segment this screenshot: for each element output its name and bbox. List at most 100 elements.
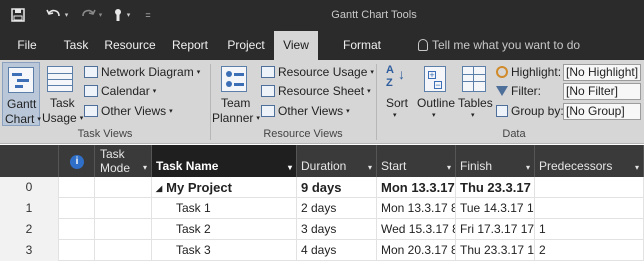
group-label-resource-views: Resource Views: [263, 128, 343, 140]
other-views-icon: [84, 105, 98, 117]
predecessors-cell[interactable]: 1: [535, 219, 644, 240]
start-cell[interactable]: Mon 13.3.17 8: [377, 198, 456, 219]
finish-cell[interactable]: Fri 17.3.17 17: [456, 219, 535, 240]
task-name-cell[interactable]: ◢ My Project: [152, 177, 297, 198]
task-mode-cell: [95, 240, 152, 261]
table-row[interactable]: 2 Task 2 3 days Wed 15.3.17 8 Fri 17.3.1…: [0, 219, 644, 240]
touch-mode-icon[interactable]: ▾: [108, 5, 134, 25]
groupby-select[interactable]: [No Group]: [563, 103, 641, 120]
lightbulb-icon: [418, 39, 428, 51]
finish-cell[interactable]: Thu 23.3.17 17: [456, 240, 535, 261]
start-cell[interactable]: Wed 15.3.17 8: [377, 219, 456, 240]
group-by-icon: [496, 105, 508, 117]
sort-button[interactable]: A Z ↓ Sort ▾: [380, 62, 414, 126]
tab-format[interactable]: Format: [334, 31, 390, 60]
task-usage-button[interactable]: Task Usage ▾: [42, 62, 84, 126]
sort-az-icon: A Z ↓: [386, 64, 405, 89]
task-name-cell[interactable]: Task 3: [152, 240, 297, 261]
calendar-button[interactable]: Calendar ▾: [84, 84, 156, 98]
start-cell[interactable]: Mon 13.3.17: [377, 177, 456, 198]
start-header[interactable]: Start ▾: [377, 145, 456, 177]
predecessors-header[interactable]: Predecessors ▾: [535, 145, 644, 177]
network-diagram-icon: [84, 66, 98, 78]
column-dropdown-icon: ▾: [287, 163, 292, 172]
gantt-chart-label-1: Gantt: [7, 97, 37, 111]
group-separator: [376, 64, 377, 140]
resource-sheet-button[interactable]: Resource Sheet ▾: [261, 84, 371, 98]
undo-icon[interactable]: ▾: [44, 5, 70, 25]
gantt-chart-button[interactable]: Gantt Chart ▾: [2, 62, 41, 126]
finish-cell[interactable]: Tue 14.3.17 17: [456, 198, 535, 219]
task-usage-label-1: Task: [50, 96, 75, 110]
filter-label: Filter:: [496, 84, 541, 98]
indicators-header[interactable]: i: [59, 145, 95, 177]
column-dropdown-icon: ▾: [142, 163, 147, 172]
predecessors-cell[interactable]: 2: [535, 240, 644, 261]
duration-cell[interactable]: 2 days: [297, 198, 377, 219]
tab-resource[interactable]: Resource: [102, 31, 158, 60]
outline-icon: + −: [424, 66, 446, 92]
column-dropdown-icon: ▾: [446, 163, 451, 172]
select-all-corner[interactable]: [0, 145, 59, 177]
sort-dropdown-icon: ▾: [393, 112, 397, 119]
resource-usage-icon: [261, 66, 275, 78]
duration-cell[interactable]: 3 days: [297, 219, 377, 240]
tell-me-box[interactable]: Tell me what you want to do: [418, 31, 580, 60]
filter-select[interactable]: [No Filter]: [563, 83, 641, 100]
duration-cell[interactable]: 9 days: [297, 177, 377, 198]
groupby-label: Group by:: [496, 104, 564, 118]
indicator-cell: [59, 240, 95, 261]
indicator-cell: [59, 198, 95, 219]
network-diagram-button[interactable]: Network Diagram ▾: [84, 65, 200, 79]
outline-dropdown-icon: ▾: [432, 112, 436, 119]
task-mode-header[interactable]: Task Mode ▾: [95, 145, 152, 177]
task-name-cell[interactable]: Task 2: [152, 219, 297, 240]
tab-file[interactable]: File: [8, 31, 46, 60]
resource-other-views-button[interactable]: Other Views ▾: [261, 104, 350, 118]
task-name-header[interactable]: Task Name ▾: [152, 145, 297, 177]
predecessors-cell[interactable]: [535, 177, 644, 198]
finish-header[interactable]: Finish ▾: [456, 145, 535, 177]
indicator-cell: [59, 219, 95, 240]
gantt-chart-label-2: Chart ▾: [5, 112, 41, 126]
calendar-icon: [84, 85, 98, 97]
save-icon[interactable]: [8, 5, 28, 25]
context-tab-group-title: Gantt Chart Tools: [331, 9, 417, 21]
table-row[interactable]: 3 Task 3 4 days Mon 20.3.17 8 Thu 23.3.1…: [0, 240, 644, 261]
duration-cell[interactable]: 4 days: [297, 240, 377, 261]
table-row[interactable]: 0 ◢ My Project 9 days Mon 13.3.17 Thu 23.…: [0, 177, 644, 198]
start-cell[interactable]: Mon 20.3.17 8: [377, 240, 456, 261]
group-label-task-views: Task Views: [77, 128, 133, 140]
highlight-icon: [496, 66, 508, 78]
team-planner-label-2: Planner ▾: [212, 111, 260, 125]
redo-icon[interactable]: ▾: [78, 5, 104, 25]
collapse-triangle-icon[interactable]: ◢: [156, 184, 162, 193]
tab-view[interactable]: View: [274, 31, 318, 60]
tables-dropdown-icon: ▾: [471, 112, 475, 119]
finish-cell[interactable]: Thu 23.3.17: [456, 177, 535, 198]
tell-me-text: Tell me what you want to do: [432, 38, 581, 52]
other-views-button[interactable]: Other Views ▾: [84, 104, 173, 118]
group-separator: [210, 64, 211, 140]
tab-task[interactable]: Task: [56, 31, 96, 60]
duration-header[interactable]: Duration ▾: [297, 145, 377, 177]
row-id: 0: [0, 177, 59, 198]
tab-project[interactable]: Project: [222, 31, 270, 60]
resource-usage-button[interactable]: Resource Usage ▾: [261, 65, 374, 79]
customize-qat-icon[interactable]: =: [142, 5, 154, 25]
team-planner-button[interactable]: Team Planner ▾: [212, 62, 260, 126]
table-row[interactable]: 1 Task 1 2 days Mon 13.3.17 8 Tue 14.3.1…: [0, 198, 644, 219]
task-usage-label-2: Usage ▾: [42, 111, 84, 125]
predecessors-cell[interactable]: [535, 198, 644, 219]
highlight-select[interactable]: [No Highlight]: [563, 64, 641, 81]
task-usage-icon: [47, 66, 73, 92]
title-bar: ▾ ▾ ▾ = Gantt Chart Tools: [0, 0, 644, 31]
outline-button[interactable]: + − Outline ▾: [416, 62, 456, 126]
other-views-icon: [261, 105, 275, 117]
ribbon-tab-row: File Task Resource Report Project View F…: [0, 31, 644, 60]
tables-button[interactable]: Tables ▾: [456, 62, 494, 126]
tab-report[interactable]: Report: [166, 31, 214, 60]
task-mode-cell: [95, 177, 152, 198]
indicator-cell: [59, 177, 95, 198]
task-name-cell[interactable]: Task 1: [152, 198, 297, 219]
